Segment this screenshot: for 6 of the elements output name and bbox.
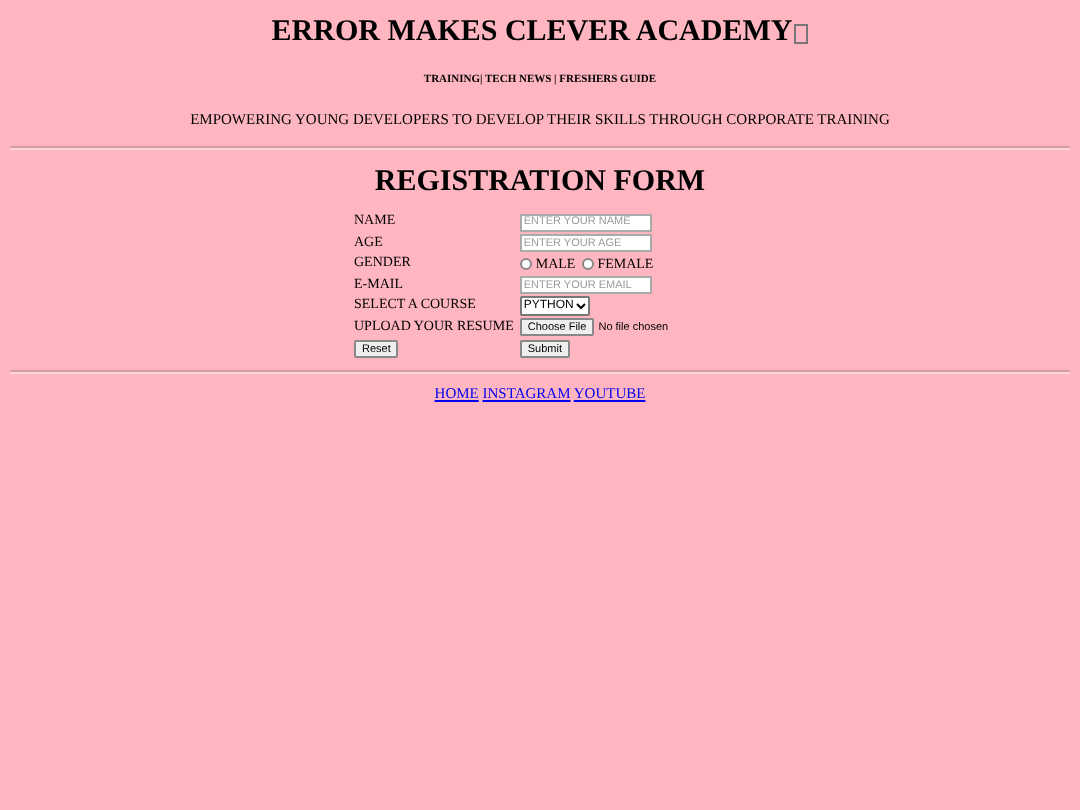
site-title: ERROR MAKES CLEVER ACADEMY: [271, 16, 793, 50]
radio-icon[interactable]: [519, 257, 532, 270]
radio-icon[interactable]: [581, 257, 594, 270]
caret-icon: [575, 302, 586, 310]
form-title: REGISTRATION FORM: [374, 166, 706, 198]
missing-glyph-icon: [794, 23, 809, 43]
